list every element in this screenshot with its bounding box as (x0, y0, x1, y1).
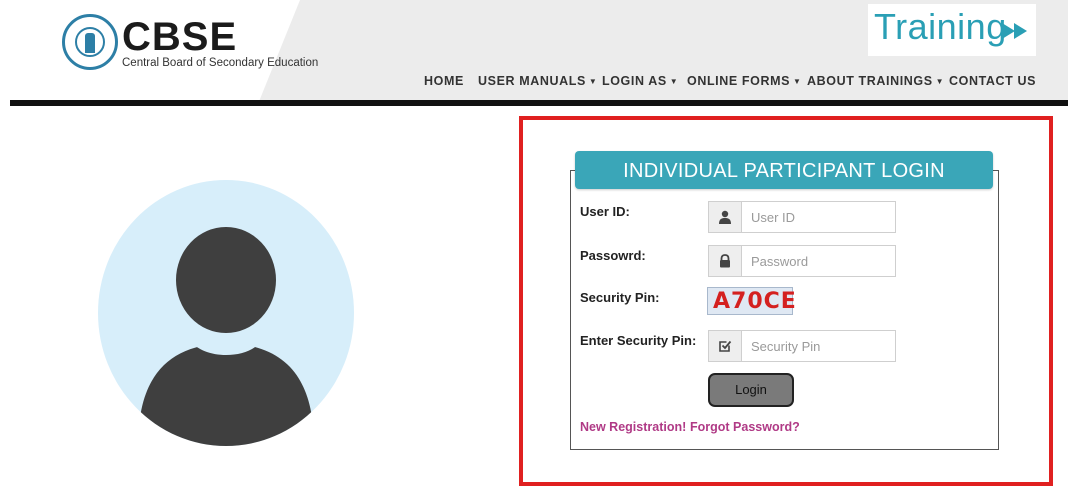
nav-contact-us-label: CONTACT US (949, 74, 1037, 88)
user-id-label: User ID: (580, 204, 630, 219)
brand-name[interactable]: CBSE (122, 15, 237, 59)
fast-forward-icon (1002, 23, 1027, 39)
new-registration-link[interactable]: New Registration! (580, 420, 686, 434)
header-divider (10, 100, 1068, 106)
nav-user-manuals-label: USER MANUALS (478, 74, 586, 88)
nav-about-trainings[interactable]: ABOUT TRAININGS ▼ (807, 74, 944, 88)
nav-online-forms[interactable]: ONLINE FORMS ▼ (687, 74, 802, 88)
login-button[interactable]: Login (708, 373, 794, 407)
training-label: Training (874, 6, 1007, 47)
caret-down-icon: ▼ (588, 77, 598, 86)
password-input[interactable] (751, 246, 891, 276)
training-logo: Training (868, 4, 1036, 56)
password-label: Passowrd: (580, 248, 646, 263)
user-id-group (708, 201, 896, 233)
caret-down-icon: ▼ (935, 77, 945, 86)
nav-login-as-label: LOGIN AS (602, 74, 667, 88)
nav-home[interactable]: HOME (424, 74, 464, 88)
caret-down-icon: ▼ (793, 77, 802, 86)
security-pin-input[interactable] (751, 331, 891, 361)
nav-about-trainings-label: ABOUT TRAININGS (807, 74, 933, 88)
checkbox-icon (719, 340, 732, 352)
nav-user-manuals[interactable]: USER MANUALS ▼ (478, 74, 597, 88)
caret-down-icon: ▼ (669, 77, 679, 86)
login-title: INDIVIDUAL PARTICIPANT LOGIN (575, 151, 993, 189)
person-silhouette-icon (138, 227, 314, 446)
captcha-image: A70CE (707, 287, 796, 315)
nav-online-forms-label: ONLINE FORMS (687, 74, 791, 88)
nav-home-label: HOME (424, 74, 464, 88)
enter-pin-label: Enter Security Pin: (580, 333, 697, 348)
cbse-seal-logo[interactable] (62, 14, 118, 70)
security-pin-label: Security Pin: (580, 290, 660, 305)
user-id-input[interactable] (751, 202, 891, 232)
site-header: CBSE Central Board of Secondary Educatio… (0, 0, 1068, 100)
avatar-placeholder (98, 180, 354, 446)
password-addon (709, 246, 742, 276)
nav-contact-us[interactable]: CONTACT US (949, 74, 1036, 88)
forgot-password-link[interactable]: Forgot Password? (690, 420, 800, 434)
user-icon (719, 210, 731, 224)
security-pin-group (708, 330, 896, 362)
brand-subtitle: Central Board of Secondary Education (122, 57, 319, 69)
user-addon (709, 202, 742, 232)
nav-login-as[interactable]: LOGIN AS ▼ (602, 74, 678, 88)
password-group (708, 245, 896, 277)
pin-addon (709, 331, 742, 361)
lock-icon (720, 254, 730, 268)
